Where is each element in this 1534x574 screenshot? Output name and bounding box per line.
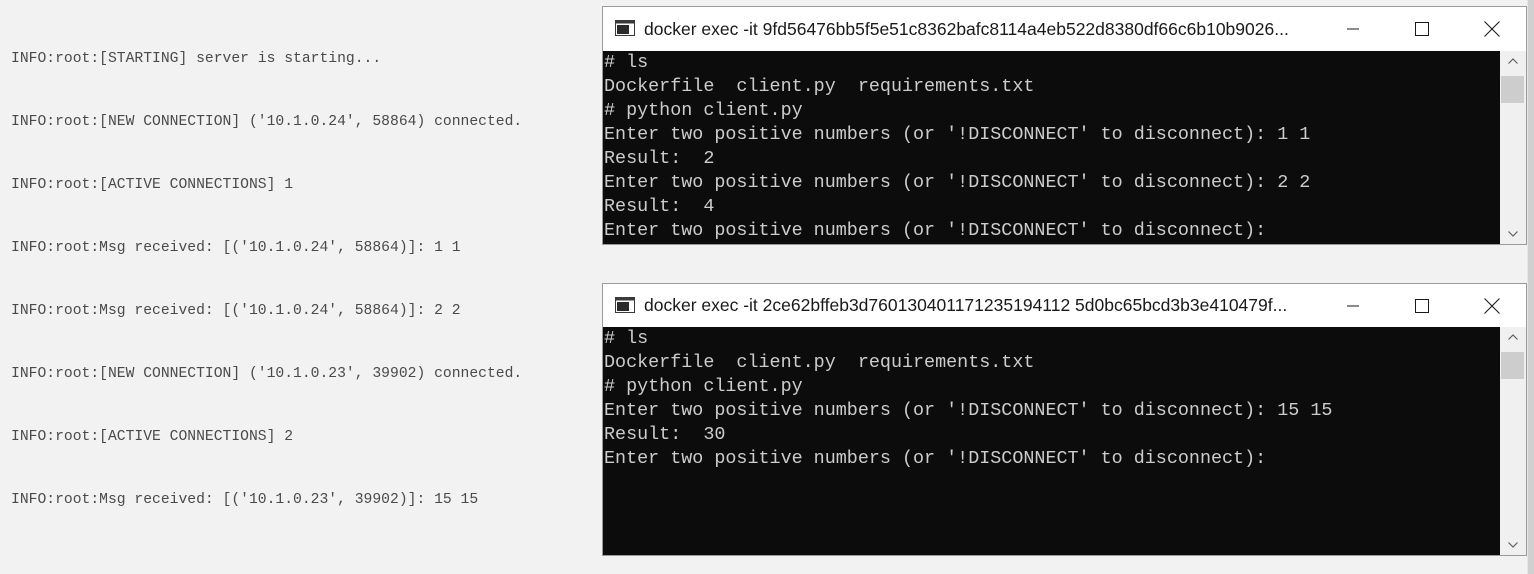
close-icon [1484, 298, 1500, 314]
scroll-down-button[interactable] [1500, 535, 1526, 555]
window-title: docker exec -it 9fd56476bb5f5e51c8362baf… [644, 19, 1289, 39]
terminal-line: # ls [604, 328, 649, 349]
log-line: INFO:root:[NEW CONNECTION] ('10.1.0.23',… [11, 366, 523, 382]
log-line: INFO:root:[ACTIVE CONNECTIONS] 1 [11, 177, 294, 193]
terminal-line: Dockerfile client.py requirements.txt [604, 76, 1035, 97]
scroll-up-button[interactable] [1500, 51, 1526, 71]
log-line: INFO:root:Msg received: [('10.1.0.24', 5… [11, 240, 461, 256]
scroll-thumb[interactable] [1501, 76, 1524, 103]
minimize-button[interactable] [1330, 284, 1376, 328]
minimize-button[interactable] [1330, 7, 1376, 51]
terminal-line: Dockerfile client.py requirements.txt [604, 352, 1035, 373]
terminal-line: Enter two positive numbers (or '!DISCONN… [604, 124, 1311, 145]
chevron-up-icon [1508, 58, 1518, 64]
terminal-line: # ls [604, 52, 649, 73]
window-title: docker exec -it 2ce62bffeb3d760130401171… [644, 295, 1288, 315]
vertical-scrollbar[interactable] [1500, 327, 1526, 555]
server-log: INFO:root:[STARTING] server is starting.… [11, 7, 522, 553]
log-line: INFO:root:Msg received: [('10.1.0.23', 3… [11, 492, 479, 508]
console-window-2[interactable]: docker exec -it 2ce62bffeb3d760130401171… [602, 283, 1527, 556]
terminal-line: # python client.py [604, 376, 803, 397]
close-button[interactable] [1469, 7, 1515, 51]
terminal-prompt-line[interactable]: Enter two positive numbers (or '!DISCONN… [603, 447, 1500, 471]
log-line: INFO:root:[NEW CONNECTION] ('10.1.0.24',… [11, 114, 523, 130]
scroll-thumb[interactable] [1501, 352, 1524, 379]
background-window-scrollbar[interactable] [1528, 0, 1534, 574]
log-line: INFO:root:[ACTIVE CONNECTIONS] 2 [11, 429, 294, 445]
terminal-line: Result: 30 [604, 424, 726, 445]
console-icon [615, 20, 635, 36]
close-button[interactable] [1469, 284, 1515, 328]
log-line: INFO:root:[STARTING] server is starting.… [11, 51, 382, 67]
terminal-line: Enter two positive numbers (or '!DISCONN… [604, 172, 1311, 193]
close-icon [1484, 21, 1500, 37]
minimize-icon [1347, 28, 1359, 30]
scroll-up-button[interactable] [1500, 327, 1526, 347]
log-line: INFO:root:Msg received: [('10.1.0.24', 5… [11, 303, 461, 319]
terminal-line: # python client.py [604, 100, 803, 121]
terminal-prompt-line[interactable]: Enter two positive numbers (or '!DISCONN… [603, 219, 1500, 243]
maximize-icon [1415, 22, 1429, 36]
desktop: INFO:root:[STARTING] server is starting.… [0, 0, 1534, 574]
minimize-icon [1347, 305, 1359, 307]
title-bar[interactable]: docker exec -it 9fd56476bb5f5e51c8362baf… [603, 7, 1526, 51]
terminal-line: Result: 2 [604, 148, 715, 169]
terminal-line: Enter two positive numbers (or '!DISCONN… [604, 400, 1333, 421]
chevron-down-icon [1508, 542, 1518, 548]
scroll-down-button[interactable] [1500, 224, 1526, 244]
chevron-down-icon [1508, 231, 1518, 237]
maximize-button[interactable] [1399, 7, 1445, 51]
terminal-output[interactable]: # ls Dockerfile client.py requirements.t… [603, 51, 1500, 244]
maximize-button[interactable] [1399, 284, 1445, 328]
maximize-icon [1415, 299, 1429, 313]
terminal-line: Result: 4 [604, 196, 715, 217]
chevron-up-icon [1508, 334, 1518, 340]
title-bar[interactable]: docker exec -it 2ce62bffeb3d760130401171… [603, 284, 1526, 327]
terminal-output[interactable]: # ls Dockerfile client.py requirements.t… [603, 327, 1500, 555]
console-icon [615, 297, 635, 313]
console-window-1[interactable]: docker exec -it 9fd56476bb5f5e51c8362baf… [602, 6, 1527, 245]
vertical-scrollbar[interactable] [1500, 51, 1526, 244]
